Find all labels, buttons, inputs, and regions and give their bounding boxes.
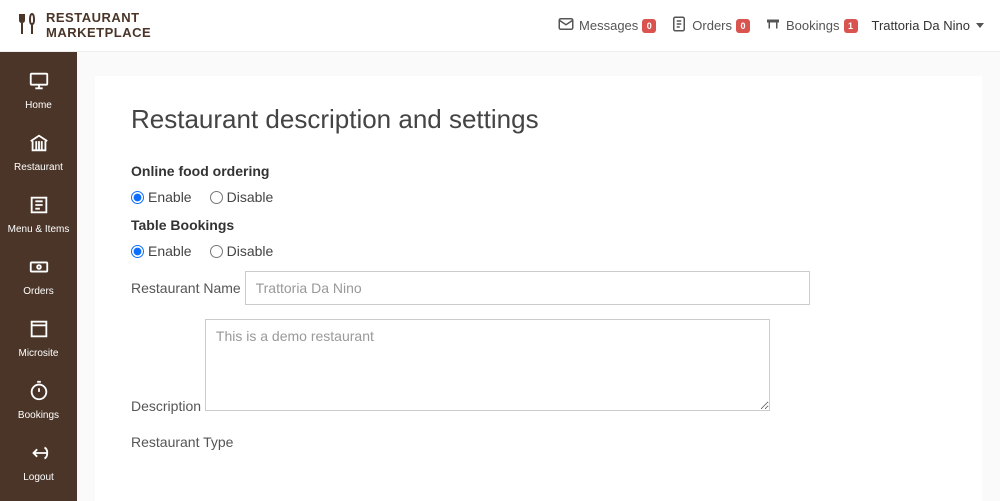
stopwatch-icon xyxy=(28,380,50,410)
user-name: Trattoria Da Nino xyxy=(872,18,971,33)
fork-knife-icon xyxy=(16,12,40,39)
brand-line1: RESTAURANT xyxy=(46,11,151,25)
bookings-label: Bookings xyxy=(786,18,839,33)
table-bookings-label: Table Bookings xyxy=(131,217,234,233)
bookings-link[interactable]: Bookings 1 xyxy=(764,15,857,36)
table-icon xyxy=(764,15,782,36)
window-icon xyxy=(28,318,50,348)
envelope-icon xyxy=(557,15,575,36)
restaurant-name-input[interactable] xyxy=(245,271,810,305)
table-bookings-enable[interactable]: Enable xyxy=(131,243,192,259)
sidebar-item-label: Orders xyxy=(23,286,54,298)
online-ordering-disable[interactable]: Disable xyxy=(210,189,274,205)
page-title: Restaurant description and settings xyxy=(131,104,946,135)
sidebar-item-label: Menu & Items xyxy=(8,224,70,236)
sidebar-item-label: Home xyxy=(25,100,52,112)
online-ordering-enable-radio[interactable] xyxy=(131,191,144,204)
monitor-icon xyxy=(28,70,50,100)
top-links: Messages 0 Orders 0 Bookings 1 Trattoria… xyxy=(557,15,984,36)
cash-icon xyxy=(28,256,50,286)
newspaper-icon xyxy=(28,194,50,224)
table-bookings-enable-radio[interactable] xyxy=(131,245,144,258)
sidebar-item-label: Bookings xyxy=(18,410,59,422)
bookings-badge: 1 xyxy=(844,19,858,33)
brand-line2: MARKETPLACE xyxy=(46,26,151,40)
topbar: RESTAURANT MARKETPLACE Messages 0 Orders… xyxy=(0,0,1000,52)
sidebar-item-label: Logout xyxy=(23,472,54,484)
sidebar-item-label: Restaurant xyxy=(14,162,63,174)
user-dropdown[interactable]: Trattoria Da Nino xyxy=(872,18,985,33)
messages-badge: 0 xyxy=(642,19,656,33)
sidebar-item-logout[interactable]: Logout xyxy=(0,432,77,494)
messages-link[interactable]: Messages 0 xyxy=(557,15,656,36)
sidebar-item-orders[interactable]: Orders xyxy=(0,246,77,308)
online-ordering-enable[interactable]: Enable xyxy=(131,189,192,205)
sidebar-item-restaurant[interactable]: Restaurant xyxy=(0,122,77,184)
brand-logo[interactable]: RESTAURANT MARKETPLACE xyxy=(16,11,151,40)
description-textarea[interactable] xyxy=(205,319,770,411)
settings-card: Restaurant description and settings Onli… xyxy=(95,76,982,501)
orders-link[interactable]: Orders 0 xyxy=(670,15,750,36)
sidebar: Home Restaurant Menu & Items Orders Micr… xyxy=(0,52,77,501)
main-content: Restaurant description and settings Onli… xyxy=(77,52,1000,501)
back-arrow-icon xyxy=(28,442,50,472)
restaurant-type-label: Restaurant Type xyxy=(131,434,233,450)
table-bookings-disable[interactable]: Disable xyxy=(210,243,274,259)
orders-label: Orders xyxy=(692,18,732,33)
online-ordering-label: Online food ordering xyxy=(131,163,269,179)
sidebar-item-bookings[interactable]: Bookings xyxy=(0,370,77,432)
sidebar-item-home[interactable]: Home xyxy=(0,60,77,122)
orders-badge: 0 xyxy=(736,19,750,33)
sidebar-item-label: Microsite xyxy=(18,348,58,360)
table-bookings-disable-radio[interactable] xyxy=(210,245,223,258)
sidebar-item-microsite[interactable]: Microsite xyxy=(0,308,77,370)
chevron-down-icon xyxy=(976,23,984,28)
description-label: Description xyxy=(131,398,201,414)
messages-label: Messages xyxy=(579,18,638,33)
sidebar-item-menu-items[interactable]: Menu & Items xyxy=(0,184,77,246)
clipboard-icon xyxy=(670,15,688,36)
building-icon xyxy=(28,132,50,162)
restaurant-name-label: Restaurant Name xyxy=(131,280,241,296)
online-ordering-disable-radio[interactable] xyxy=(210,191,223,204)
